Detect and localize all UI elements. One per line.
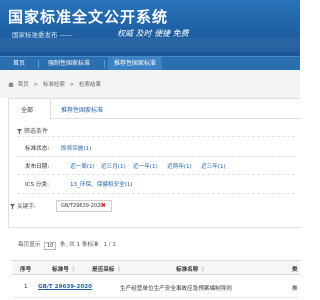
filter-title-label: 筛选条件: [24, 128, 49, 135]
nav-home[interactable]: 首页: [10, 57, 28, 71]
pager: 每页显示 10 条, 共 1 条标准 1 / 1: [18, 240, 116, 250]
nav-recommended-label: 推荐性国家标准: [114, 60, 157, 67]
nav-home-label: 首页: [13, 60, 26, 67]
site-header: 国家标准全文公开系统 国家标准委发布 —— 权威 及时 便捷 免费: [0, 0, 300, 56]
standard-name[interactable]: 生产经营单位生产安全事故应急预案编制导则: [120, 284, 232, 292]
column-header-code[interactable]: 标准号: [52, 265, 75, 273]
home-icon: [8, 82, 14, 87]
filter-divider: [17, 193, 295, 194]
search-panel: 全部 推荐性国家标准 筛选条件 标准状态: 即将实施(1) 发布日期: 近一周(…: [8, 98, 301, 228]
nav-separator: [38, 60, 39, 68]
filter-divider: [17, 174, 295, 175]
filter-divider: [17, 156, 295, 157]
filter-title: 筛选条件: [17, 126, 48, 135]
header-band: [0, 38, 300, 52]
funnel-icon: [10, 204, 15, 209]
pager-current: 1: [103, 242, 107, 248]
filter-option[interactable]: 近三年(1): [201, 162, 226, 170]
column-header-adopted-label: 是否采标: [92, 267, 115, 273]
column-header-name[interactable]: 标准名称: [176, 265, 205, 273]
breadcrumb-current: 检索结果: [79, 82, 102, 88]
breadcrumb: 首页 > 标准检索 > 检索结果: [0, 70, 300, 98]
keyword-tag[interactable]: GB/T29639-2020 ✖: [56, 200, 112, 212]
row-type: 推: [292, 286, 298, 292]
column-header-adopted[interactable]: 是否采标: [92, 265, 121, 273]
nav-mandatory-label: 强制性国家标准: [48, 60, 91, 67]
pager-suffix: 条, 共: [59, 242, 75, 248]
filter-label-ics: ICS 分类:: [25, 182, 49, 188]
sort-icon[interactable]: [70, 266, 75, 272]
keyword-label: 关键字:: [10, 202, 36, 210]
site-title: 国家标准全文公开系统: [8, 8, 169, 26]
tab-recommended[interactable]: 推荐性国家标准: [61, 105, 103, 114]
pager-mid: 条标准: [81, 242, 99, 248]
nav-recommended-standards[interactable]: 推荐性国家标准: [108, 57, 163, 71]
filter-option[interactable]: 近三月(1): [101, 162, 126, 170]
result-tabs: 全部 推荐性国家标准: [9, 99, 301, 120]
filter-divider: [17, 136, 295, 137]
column-header-type: 类: [292, 267, 298, 273]
keyword-tag-value: GB/T29639-2020: [61, 203, 104, 209]
filter-option[interactable]: 即将实施(1): [61, 144, 91, 152]
pager-prefix: 每页显示: [18, 242, 41, 248]
column-header-code-label: 标准号: [52, 267, 69, 273]
sort-icon[interactable]: [200, 266, 205, 272]
nav-separator: [104, 60, 105, 68]
filter-option[interactable]: 近两年(1): [167, 162, 192, 170]
funnel-icon: [17, 129, 22, 134]
breadcrumb-separator: >: [69, 82, 75, 88]
close-icon[interactable]: ✖: [101, 201, 106, 211]
filter-option[interactable]: 近一周(1): [70, 162, 95, 170]
filter-option[interactable]: 13_环保、保健和安全(1): [70, 180, 133, 188]
result-table: 序号 标准号 是否采标 标准名称 类 1 GB/T 29639-2020 生产经…: [12, 260, 300, 300]
pager-slash: /: [108, 242, 111, 248]
nav-mandatory-standards[interactable]: 强制性国家标准: [45, 57, 93, 71]
column-header-name-label: 标准名称: [176, 267, 199, 273]
tab-all[interactable]: 全部: [21, 105, 33, 114]
breadcrumb-search[interactable]: 标准检索: [43, 82, 65, 88]
sort-icon[interactable]: [116, 266, 121, 272]
filter-label-date: 发布日期:: [25, 164, 50, 170]
keyword-label-text: 关键字:: [17, 204, 36, 210]
filter-label-status: 标准状态:: [25, 146, 50, 152]
table-row[interactable]: 1 GB/T 29639-2020 生产经营单位生产安全事故应急预案编制导则 推: [12, 276, 300, 298]
column-header-no: 序号: [20, 267, 32, 273]
row-no: 1: [24, 284, 28, 290]
main-nav: 首页 强制性国家标准 推荐性国家标准: [0, 56, 300, 71]
table-header: 序号 标准号 是否采标 标准名称 类: [12, 261, 300, 275]
breadcrumb-home[interactable]: 首页: [18, 82, 29, 88]
page-size-select[interactable]: 10: [44, 242, 57, 250]
pager-total: 1: [76, 242, 81, 248]
site-motto: 权威 及时 便捷 免费: [117, 29, 189, 38]
pager-pages: 1: [112, 242, 116, 248]
breadcrumb-separator: >: [33, 82, 39, 88]
standard-code-link[interactable]: GB/T 29639-2020: [38, 284, 92, 290]
site-slogan: 国家标准委发布 ——: [12, 31, 73, 39]
filter-option[interactable]: 近一年(1): [133, 162, 158, 170]
